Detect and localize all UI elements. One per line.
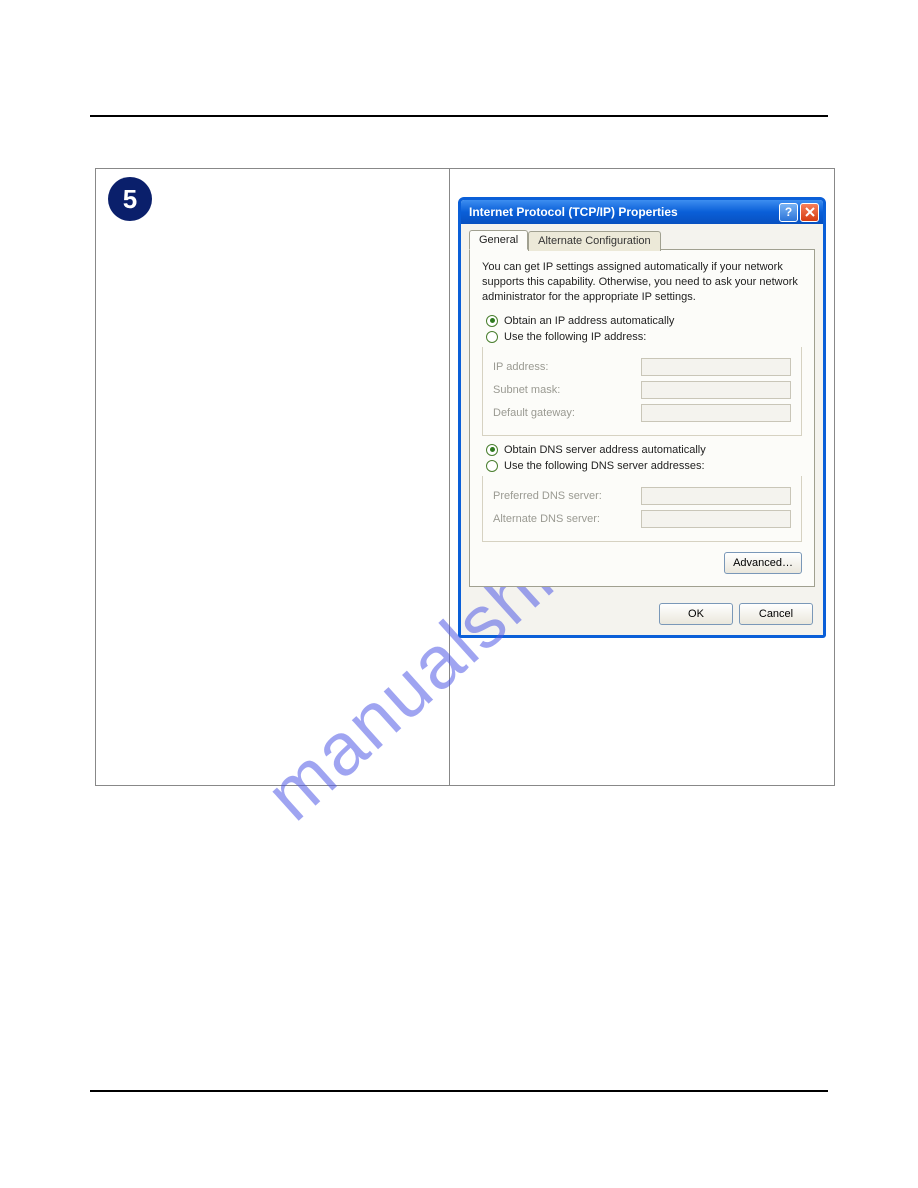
radio-use-ip[interactable]: Use the following IP address: [486, 331, 802, 343]
radio-icon [486, 460, 498, 472]
field-preferred-dns: Preferred DNS server: [493, 487, 791, 505]
radio-obtain-dns-auto[interactable]: Obtain DNS server address automatically [486, 444, 802, 456]
radio-label: Use the following IP address: [504, 331, 646, 343]
radio-icon [486, 331, 498, 343]
radio-icon [486, 315, 498, 327]
dialog-titlebar: Internet Protocol (TCP/IP) Properties ? [461, 200, 823, 224]
field-alternate-dns: Alternate DNS server: [493, 510, 791, 528]
field-label: Alternate DNS server: [493, 513, 600, 525]
left-panel: 5 [96, 169, 450, 785]
subnet-mask-input[interactable] [641, 381, 791, 399]
advanced-button[interactable]: Advanced… [724, 552, 802, 574]
document-frame: 5 Internet Protocol (TCP/IP) Properties … [95, 168, 835, 786]
ip-address-input[interactable] [641, 358, 791, 376]
tab-panel-general: You can get IP settings assigned automat… [469, 249, 815, 587]
radio-use-dns[interactable]: Use the following DNS server addresses: [486, 460, 802, 472]
dialog-title: Internet Protocol (TCP/IP) Properties [469, 205, 779, 219]
field-ip-address: IP address: [493, 358, 791, 376]
page-top-rule [90, 115, 828, 117]
tcpip-properties-dialog: Internet Protocol (TCP/IP) Properties ? … [458, 197, 826, 638]
right-panel: Internet Protocol (TCP/IP) Properties ? … [450, 169, 834, 785]
titlebar-buttons: ? [779, 203, 819, 222]
radio-label: Use the following DNS server addresses: [504, 460, 705, 472]
dns-fields-group: Preferred DNS server: Alternate DNS serv… [482, 476, 802, 542]
field-label: Subnet mask: [493, 384, 560, 396]
dialog-footer: OK Cancel [461, 595, 823, 635]
close-icon[interactable] [800, 203, 819, 222]
radio-icon [486, 444, 498, 456]
radio-label: Obtain an IP address automatically [504, 315, 674, 327]
tab-strip: General Alternate Configuration [469, 230, 815, 250]
preferred-dns-input[interactable] [641, 487, 791, 505]
ok-button[interactable]: OK [659, 603, 733, 625]
field-label: IP address: [493, 361, 548, 373]
tab-alternate[interactable]: Alternate Configuration [528, 231, 661, 251]
intro-text: You can get IP settings assigned automat… [482, 260, 802, 305]
advanced-row: Advanced… [482, 552, 802, 574]
alternate-dns-input[interactable] [641, 510, 791, 528]
field-subnet-mask: Subnet mask: [493, 381, 791, 399]
default-gateway-input[interactable] [641, 404, 791, 422]
field-label: Preferred DNS server: [493, 490, 602, 502]
field-default-gateway: Default gateway: [493, 404, 791, 422]
tab-general[interactable]: General [469, 230, 528, 250]
page-bottom-rule [90, 1090, 828, 1092]
help-icon[interactable]: ? [779, 203, 798, 222]
cancel-button[interactable]: Cancel [739, 603, 813, 625]
field-label: Default gateway: [493, 407, 575, 419]
step-number-badge: 5 [108, 177, 152, 221]
radio-obtain-ip-auto[interactable]: Obtain an IP address automatically [486, 315, 802, 327]
radio-label: Obtain DNS server address automatically [504, 444, 706, 456]
ip-fields-group: IP address: Subnet mask: Default gateway… [482, 347, 802, 436]
dialog-body: General Alternate Configuration You can … [461, 224, 823, 595]
